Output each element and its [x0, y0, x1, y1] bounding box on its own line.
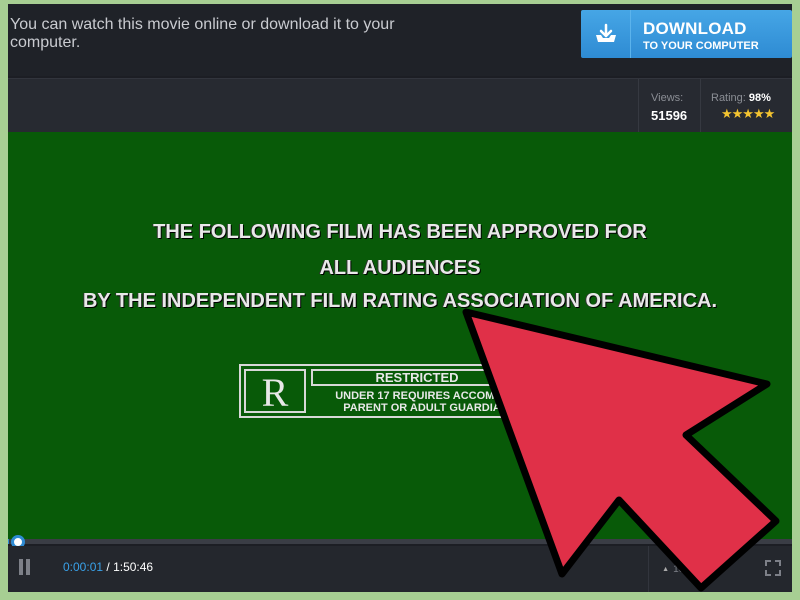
time-separator: /: [103, 560, 114, 574]
approval-line-2: ALL AUDIENCES: [319, 257, 481, 279]
pause-icon[interactable]: [18, 559, 32, 575]
rating-sub-line-2: PARENT OR ADULT GUARDIA: [343, 402, 501, 414]
player-controls: 0:00:01 / 1:50:46 ▲ 1080p: [8, 546, 792, 592]
approval-line-3: BY THE INDEPENDENT FILM RATING ASSOCIATI…: [82, 290, 718, 312]
video-screen[interactable]: THE FOLLOWING FILM HAS BEEN APPROVED FOR…: [8, 132, 792, 540]
views-count: 51596: [651, 108, 688, 123]
quality-label: 1080p: [673, 563, 701, 575]
download-button[interactable]: DOWNLOAD TO YOUR COMPUTER: [581, 10, 792, 58]
time-display: 0:00:01 / 1:50:46: [63, 560, 153, 574]
download-tray-icon: [581, 10, 631, 58]
rating-badge: R RESTRICTED UNDER 17 REQUIRES ACCOMPA P…: [239, 364, 529, 418]
rating-label-wrap: Rating: 98%: [711, 92, 771, 104]
download-message: You can watch this movie online or downl…: [10, 16, 395, 51]
rating-stars-icon: ★★★★★: [721, 106, 775, 121]
seek-bar[interactable]: [8, 539, 792, 544]
approval-line-1: THE FOLLOWING FILM HAS BEEN APPROVED FOR: [153, 221, 647, 243]
views-label: Views:: [651, 92, 684, 104]
rating-stat: Rating: 98% ★★★★★: [700, 79, 792, 133]
top-info-bar: You can watch this movie online or downl…: [8, 4, 792, 76]
download-button-subtitle: TO YOUR COMPUTER: [643, 40, 759, 52]
rating-label: Rating:: [711, 92, 746, 104]
seek-bar-progress: [8, 539, 9, 544]
movie-player-page: You can watch this movie online or downl…: [8, 4, 792, 592]
rating-sub-line-1: UNDER 17 REQUIRES ACCOMPA: [335, 390, 509, 402]
download-button-title: DOWNLOAD: [643, 19, 747, 38]
current-time: 0:00:01: [63, 560, 104, 574]
views-stat: Views: 51596: [638, 79, 700, 133]
rating-description: UNDER 17 REQUIRES ACCOMPA PARENT OR ADUL…: [317, 390, 527, 414]
fullscreen-icon[interactable]: [764, 559, 782, 577]
rating-letter: R: [244, 369, 306, 415]
rating-heading: RESTRICTED: [311, 369, 523, 386]
stats-bar: Views: 51596 Rating: 98% ★★★★★: [8, 78, 792, 133]
total-time: 1:50:46: [113, 560, 154, 574]
quality-caret-icon: ▲: [662, 565, 670, 573]
rating-percent: 98%: [748, 92, 771, 104]
quality-selector[interactable]: ▲ 1080p: [648, 546, 714, 592]
